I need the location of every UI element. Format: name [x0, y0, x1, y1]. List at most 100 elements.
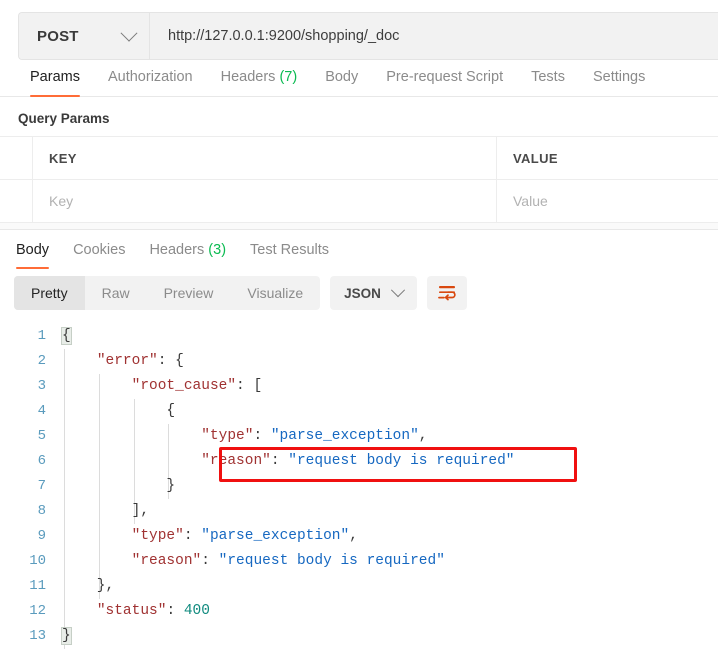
chevron-down-icon: [390, 283, 406, 298]
tab-headers-label: Headers: [220, 69, 276, 85]
tab-pre-request-script-label: Pre-request Script: [386, 69, 504, 85]
query-params-select-all-cell[interactable]: [0, 137, 33, 179]
wrap-lines-button[interactable]: [426, 276, 467, 310]
line-number: 3: [37, 378, 46, 394]
token: "status": [96, 603, 167, 619]
tab-params[interactable]: Params: [16, 69, 94, 97]
token: :: [166, 603, 184, 619]
code-text: "reason": "request body is required": [62, 449, 718, 474]
tab-body[interactable]: Body: [311, 69, 372, 96]
response-tab-test-results[interactable]: Test Results: [238, 242, 341, 268]
line-number: 8: [37, 503, 46, 519]
view-mode-preview[interactable]: Preview: [147, 276, 231, 310]
code-text: "type": "parse_exception",: [62, 424, 718, 449]
code-line: 1{: [0, 324, 718, 349]
token: :: [270, 453, 289, 469]
tab-pre-request-script[interactable]: Pre-request Script: [372, 69, 517, 96]
line-number: 9: [37, 528, 46, 544]
view-mode-segmented-control: Pretty Raw Preview Visualize: [14, 276, 321, 310]
code-lines: 1{2 "error": {3 "root_cause": [4 {5 "typ…: [0, 324, 718, 649]
request-tab-bar: Params Authorization Headers (7) Body Pr…: [0, 58, 718, 97]
token: "parse_exception": [201, 528, 350, 544]
row-checkbox-cell[interactable]: [0, 180, 33, 222]
code-line: 4 {: [0, 399, 718, 424]
view-mode-visualize[interactable]: Visualize: [230, 276, 320, 310]
query-params-table: KEY VALUE Key Value: [0, 136, 718, 223]
view-mode-raw[interactable]: Raw: [85, 276, 147, 310]
bracket-match: }: [61, 627, 72, 645]
code-text: ],: [62, 499, 718, 524]
token: },: [62, 578, 115, 594]
token: "root_cause": [131, 378, 237, 394]
wrap-lines-icon: [438, 286, 456, 301]
response-tab-headers-count: (3): [208, 242, 227, 258]
code-text: "error": {: [62, 349, 718, 374]
view-mode-pretty[interactable]: Pretty: [14, 276, 85, 310]
line-number: 5: [37, 428, 46, 444]
line-number: 2: [37, 353, 46, 369]
response-tab-test-results-label: Test Results: [250, 242, 330, 258]
column-header-value: VALUE: [513, 150, 558, 166]
request-url-input[interactable]: http://127.0.0.1:9200/shopping/_doc: [150, 13, 718, 59]
code-line: 12 "status": 400: [0, 599, 718, 624]
code-text: "type": "parse_exception",: [62, 524, 718, 549]
response-tab-cookies[interactable]: Cookies: [61, 242, 137, 268]
token: :: [183, 528, 202, 544]
code-text: {: [62, 399, 718, 424]
code-text: {: [61, 324, 718, 349]
code-line: 3 "root_cause": [: [0, 374, 718, 399]
response-body-toolbar: Pretty Raw Preview Visualize JSON: [0, 268, 718, 318]
code-line: 6 "reason": "request body is required": [0, 449, 718, 474]
chevron-down-icon: [120, 24, 138, 42]
pane-divider[interactable]: [0, 223, 718, 230]
code-line: 5 "type": "parse_exception",: [0, 424, 718, 449]
tab-params-label: Params: [30, 69, 80, 85]
response-tab-headers[interactable]: Headers (3): [137, 242, 238, 268]
code-line: 7 }: [0, 474, 718, 499]
response-tab-bar: Body Cookies Headers (3) Test Results: [0, 230, 718, 269]
token: "error": [96, 353, 158, 369]
token: 400: [183, 603, 210, 619]
tab-body-label: Body: [325, 69, 359, 85]
response-tab-body[interactable]: Body: [4, 242, 61, 269]
line-number: 7: [37, 478, 46, 494]
bracket-match: {: [61, 327, 72, 345]
tab-headers[interactable]: Headers (7): [207, 69, 312, 96]
tab-settings[interactable]: Settings: [579, 69, 659, 96]
response-tab-cookies-label: Cookies: [73, 242, 126, 258]
param-value-input[interactable]: Value: [497, 180, 718, 222]
code-text: }: [61, 624, 718, 649]
response-format-label: JSON: [344, 285, 381, 301]
tab-authorization[interactable]: Authorization: [94, 69, 207, 96]
code-text: }: [62, 474, 718, 499]
line-number: 12: [29, 603, 46, 619]
token: "parse_exception": [270, 428, 419, 444]
http-method-select[interactable]: POST: [19, 13, 150, 59]
token: : {: [157, 353, 184, 369]
table-row: Key Value: [0, 180, 718, 223]
tab-tests[interactable]: Tests: [517, 69, 579, 96]
token: "request body is required": [288, 453, 515, 469]
tab-authorization-label: Authorization: [107, 69, 193, 85]
response-format-select[interactable]: JSON: [330, 276, 417, 310]
line-number: 10: [29, 553, 46, 569]
token: "reason": [201, 453, 271, 469]
token: "type": [131, 528, 184, 544]
response-body-json-viewer[interactable]: 1{2 "error": {3 "root_cause": [4 {5 "typ…: [0, 318, 718, 649]
token: :: [253, 428, 271, 444]
param-key-input[interactable]: Key: [33, 180, 497, 222]
token: ,: [349, 528, 358, 544]
token: }: [62, 478, 176, 494]
line-number: 13: [29, 628, 46, 644]
code-line: 2 "error": {: [0, 349, 718, 374]
token: ],: [62, 503, 150, 519]
token: :: [201, 553, 219, 569]
query-params-header-row: KEY VALUE: [0, 137, 718, 180]
token: "reason": [131, 553, 202, 569]
code-text: },: [62, 574, 718, 599]
